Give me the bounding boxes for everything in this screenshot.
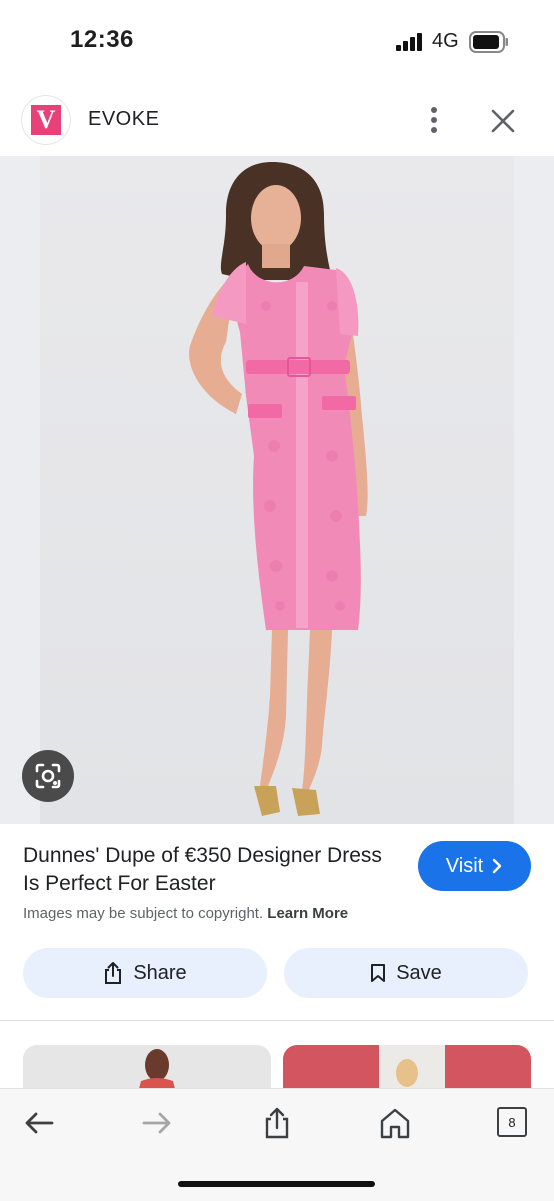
- camera-search-icon: [35, 763, 61, 789]
- network-label: 4G: [432, 30, 459, 52]
- chevron-right-icon: [493, 858, 502, 874]
- share-button[interactable]: Share: [23, 948, 267, 998]
- site-name[interactable]: EVOKE: [88, 108, 159, 131]
- copyright-notice: Images may be subject to copyright. Lear…: [23, 905, 348, 922]
- copyright-text: Images may be subject to copyright.: [23, 905, 264, 922]
- site-header: [0, 80, 554, 156]
- more-options-icon[interactable]: [422, 104, 446, 136]
- learn-more-link[interactable]: Learn More: [267, 905, 348, 922]
- signal-icon: [396, 33, 422, 51]
- bookmark-icon: [371, 964, 386, 982]
- model-illustration: [189, 162, 368, 816]
- share-page-icon[interactable]: [260, 1106, 294, 1140]
- share-label: Share: [133, 961, 187, 984]
- visit-button[interactable]: Visit: [418, 841, 531, 891]
- product-photo[interactable]: [40, 156, 514, 824]
- home-icon[interactable]: [378, 1106, 412, 1140]
- site-logo[interactable]: V: [22, 96, 70, 144]
- close-icon[interactable]: [490, 108, 516, 134]
- back-arrow-icon[interactable]: [22, 1106, 56, 1140]
- save-button[interactable]: Save: [284, 948, 528, 998]
- status-time: 12:36: [70, 26, 134, 53]
- save-label: Save: [396, 961, 442, 984]
- status-bar: 12:36 4G: [0, 0, 554, 80]
- tab-count: 8: [508, 1114, 516, 1130]
- forward-arrow-icon[interactable]: [140, 1106, 174, 1140]
- share-icon: [105, 962, 122, 984]
- battery-icon: [469, 31, 508, 53]
- lens-button[interactable]: [22, 750, 74, 802]
- logo-letter: V: [31, 105, 61, 135]
- result-title[interactable]: Dunnes' Dupe of €350 Designer Dress Is P…: [23, 842, 383, 898]
- visit-label: Visit: [445, 854, 484, 877]
- home-indicator[interactable]: [178, 1181, 375, 1187]
- image-preview[interactable]: [0, 156, 554, 824]
- tabs-button[interactable]: 8: [497, 1107, 527, 1137]
- section-divider: [0, 1020, 554, 1021]
